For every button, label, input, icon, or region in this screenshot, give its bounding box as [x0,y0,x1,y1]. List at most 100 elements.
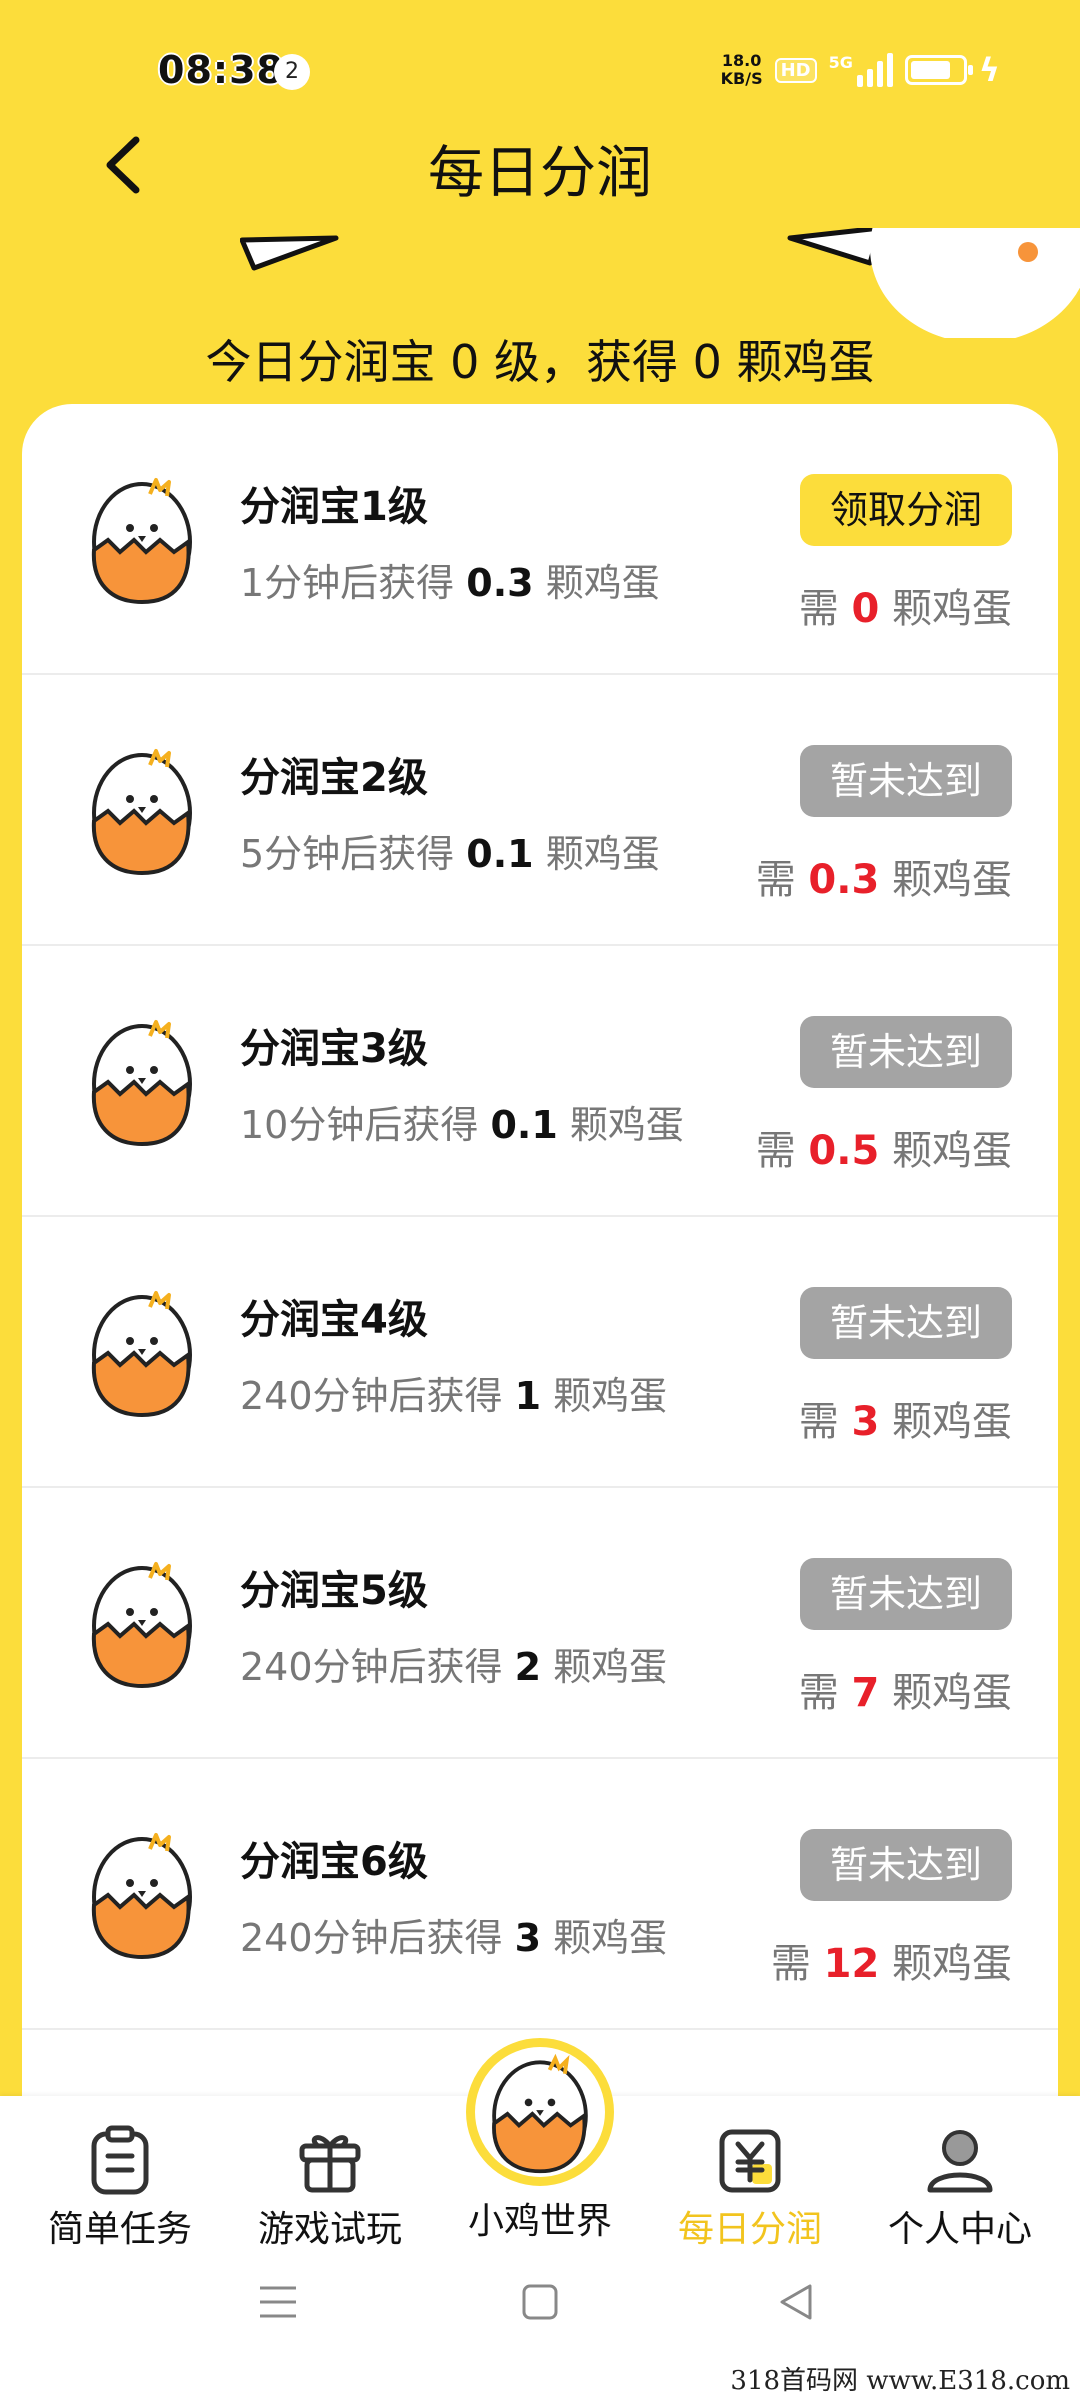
not-reached-button[interactable]: 暂未达到 [800,1287,1012,1359]
egg-avatar [82,1554,202,1690]
need-suffix: 颗鸡蛋 [892,1128,1012,1174]
level-reward-text: 5分钟后获得 0.1 颗鸡蛋 [240,823,660,878]
chick-egg-icon [91,1562,192,1689]
watermark: 318首码网 www.E318.com [730,2366,1070,2396]
gift-icon [299,2135,361,2193]
level-name: 分润宝4级 [240,1297,428,1343]
net-speed-value: 18.0 [721,51,762,70]
level-name: 分润宝1级 [240,484,428,530]
chick-egg-icon [492,2053,588,2174]
reward-suffix: 颗鸡蛋 [545,832,660,876]
net-speed: 18.0 KB/S [721,52,763,88]
signal-icon: 5G [829,53,893,87]
need-suffix: 颗鸡蛋 [892,1941,1012,1987]
need-prefix: 需 [798,1399,839,1445]
chick-egg-icon [91,749,192,876]
level-row: 分润宝5级 240分钟后获得 2 颗鸡蛋 暂未达到 需 7 颗鸡蛋 [22,1488,1058,1759]
not-reached-button[interactable]: 暂未达到 [800,1558,1012,1630]
reward-amount: 0.1 [466,832,534,876]
requirement-text: 需 0 颗鸡蛋 [799,576,1012,634]
reward-amount: 2 [514,1645,542,1689]
not-reached-button[interactable]: 暂未达到 [800,1829,1012,1901]
egg-avatar [82,741,202,877]
levels-card: 分润宝1级 1分钟后获得 0.3 颗鸡蛋 领取分润 需 0 颗鸡蛋 分润宝2级 … [22,404,1058,2104]
reward-amount: 0.1 [490,1103,558,1147]
reward-suffix: 颗鸡蛋 [553,1374,668,1418]
requirement-text: 需 0.5 颗鸡蛋 [756,1118,1012,1176]
requirement-text: 需 0.3 颗鸡蛋 [756,847,1012,905]
level-reward-text: 10分钟后获得 0.1 颗鸡蛋 [240,1094,684,1149]
notification-count-badge: 2 [274,54,310,90]
level-reward-text: 240分钟后获得 3 颗鸡蛋 [240,1907,667,1962]
requirement-text: 需 12 颗鸡蛋 [771,1931,1012,1989]
level-row: 分润宝4级 240分钟后获得 1 颗鸡蛋 暂未达到 需 3 颗鸡蛋 [22,1217,1058,1488]
egg-avatar [82,1825,202,1961]
chick-egg-icon [91,478,192,605]
status-time: 08:38 [158,48,284,92]
need-prefix: 需 [755,1128,796,1174]
level-reward-text: 240分钟后获得 1 颗鸡蛋 [240,1365,667,1420]
need-amount: 12 [823,1941,880,1987]
reward-amount: 0.3 [466,561,534,605]
daily-summary: 今日分润宝 0 级，获得 0 颗鸡蛋 [205,335,875,389]
reward-suffix: 颗鸡蛋 [545,561,660,605]
page-title: 每日分润 [428,141,652,206]
reward-prefix: 240分钟后获得 [240,1916,503,1960]
user-icon [927,2130,993,2193]
home-icon[interactable] [518,2280,562,2324]
yuan-icon [719,2129,781,2193]
need-prefix: 需 [798,586,839,632]
need-prefix: 需 [770,1941,811,1987]
reward-suffix: 颗鸡蛋 [553,1916,668,1960]
egg-avatar [82,1283,202,1419]
need-suffix: 颗鸡蛋 [892,857,1012,903]
level-row: 分润宝1级 1分钟后获得 0.3 颗鸡蛋 领取分润 需 0 颗鸡蛋 [22,404,1058,675]
need-amount: 0.5 [808,1128,880,1174]
level-row: 分润宝6级 240分钟后获得 3 颗鸡蛋 暂未达到 需 12 颗鸡蛋 [22,1759,1058,2030]
reward-prefix: 240分钟后获得 [240,1645,503,1689]
level-row: 分润宝2级 5分钟后获得 0.1 颗鸡蛋 暂未达到 需 0.3 颗鸡蛋 [22,675,1058,946]
hd-icon: HD [774,57,817,83]
level-name: 分润宝3级 [240,1026,428,1072]
reward-prefix: 10分钟后获得 [240,1103,479,1147]
back-icon[interactable] [774,2280,818,2324]
chick-egg-icon [91,1291,192,1418]
net-speed-unit: KB/S [720,69,763,88]
chick-egg-icon [91,1020,192,1147]
need-amount: 0 [851,586,880,632]
claim-profit-button[interactable]: 领取分润 [800,474,1012,546]
not-reached-button[interactable]: 暂未达到 [800,1016,1012,1088]
menu-icon[interactable] [256,2280,300,2324]
need-amount: 3 [851,1399,880,1445]
nav-label[interactable]: 小鸡世界 [432,2192,648,2244]
egg-avatar [82,1012,202,1148]
need-prefix: 需 [798,1670,839,1716]
reward-amount: 1 [514,1374,542,1418]
not-reached-button[interactable]: 暂未达到 [800,745,1012,817]
battery-icon [904,55,973,85]
level-name: 分润宝5级 [240,1568,428,1614]
level-name: 分润宝2级 [240,755,428,801]
reward-suffix: 颗鸡蛋 [553,1645,668,1689]
hero-illustration [0,228,1080,338]
requirement-text: 需 7 颗鸡蛋 [799,1660,1012,1718]
nav-item-chick-world-button[interactable] [466,2038,614,2186]
reward-suffix: 颗鸡蛋 [569,1103,684,1147]
requirement-text: 需 3 颗鸡蛋 [799,1389,1012,1447]
status-indicators: 18.0 KB/S HD 5G ϟ [721,48,1000,92]
need-suffix: 颗鸡蛋 [892,586,1012,632]
need-suffix: 颗鸡蛋 [892,1399,1012,1445]
level-row: 分润宝3级 10分钟后获得 0.1 颗鸡蛋 暂未达到 需 0.5 颗鸡蛋 [22,946,1058,1217]
reward-prefix: 1分钟后获得 [240,561,455,605]
egg-avatar [82,470,202,606]
reward-prefix: 240分钟后获得 [240,1374,503,1418]
egg-decoration-icon [787,228,1080,338]
chick-egg-icon [91,1833,192,1960]
level-reward-text: 240分钟后获得 2 颗鸡蛋 [240,1636,667,1691]
need-suffix: 颗鸡蛋 [892,1670,1012,1716]
charging-icon: ϟ [978,51,1000,89]
network-type: 5G [828,53,853,72]
need-amount: 0.3 [808,857,880,903]
header: 每日分润 [0,110,1080,220]
reward-prefix: 5分钟后获得 [240,832,455,876]
